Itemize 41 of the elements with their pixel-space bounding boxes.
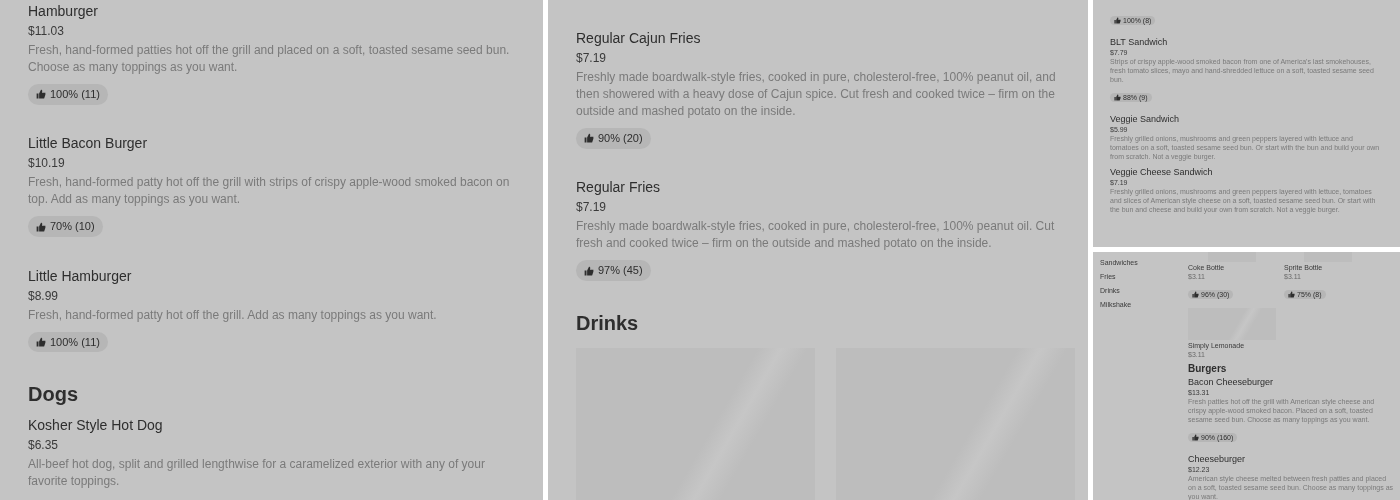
item-description: Freshly made boardwalk-style fries, cooked in pure, cholesterol-free, 100% peanut oil, and then showered with a heavy dose of Cajun spice. Cut fresh and cooked twice – firm on the outside and mashed potato on the inside. [576,69,1057,120]
item-price: $8.99 [28,287,60,305]
item-description: All-beef hot dog, split and grilled lengthwise for a caramelized exterior with any of your favorite toppings. [28,455,486,490]
thumbs-up-icon [1192,434,1199,441]
section-heading: Dogs [28,381,79,407]
item-price: $10.19 [28,155,66,173]
item-description: Fresh, hand-formed patty hot off the grill with strips of crispy apple-wood smoked bacon on top. Add as many toppings as you want. [28,174,511,209]
thumbs-up-icon [1288,291,1295,298]
item-price: $7.19 [576,50,608,67]
thumbs-up-icon [36,336,46,347]
item-description: Fresh, hand-formed patty hot off the grill. Add as many toppings as you want. [28,306,438,324]
item-name: BLT Sandwich [1110,37,1169,48]
thumbs-up-icon [1114,94,1121,101]
item-name: Little Bacon Burger [28,134,149,154]
rating-badge: 100% (11) [28,84,108,105]
item-name: Regular Cajun Fries [576,29,702,48]
item-name: Little Hamburger [28,266,133,286]
item-name: Veggie Sandwich [1110,114,1181,125]
item-name: Cheeseburger [1188,454,1247,465]
rating-badge: 70% (10) [28,216,103,237]
item-price: $7.19 [576,199,608,217]
section-heading: Burgers [1188,363,1228,375]
item-price: $6.35 [28,436,60,454]
item-name: Regular Fries [576,178,662,198]
rating-badge: 90% (20) [576,128,651,149]
item-name: Veggie Cheese Sandwich [1110,167,1214,178]
thumbs-up-icon [584,133,594,144]
rating-badge: 100% (11) [28,331,108,352]
section-heading: Drinks [576,310,640,336]
thumbs-up-icon [584,265,594,276]
item-name: Bacon Cheeseburger [1188,377,1275,388]
thumbs-up-icon [36,89,46,100]
item-name: Kosher Style Hot Dog [28,415,164,435]
item-description: Fresh, hand-formed patties hot off the grill and placed on a soft, toasted sesame seed bun. Choose as many toppings as you want. [28,42,511,76]
item-description: Freshly made boardwalk-style fries, cooked in pure, cholesterol-free, 100% peanut oil. Cut fresh and cooked twice – firm on the outside and mashed potato on the inside. [576,218,1056,253]
thumbs-up-icon [1114,17,1121,24]
thumbs-up-icon [1192,291,1199,298]
item-price: $11.03 [28,23,65,40]
thumbs-up-icon [36,221,46,232]
item-name: Hamburger [28,2,100,21]
rating-badge: 97% (45) [576,260,651,281]
